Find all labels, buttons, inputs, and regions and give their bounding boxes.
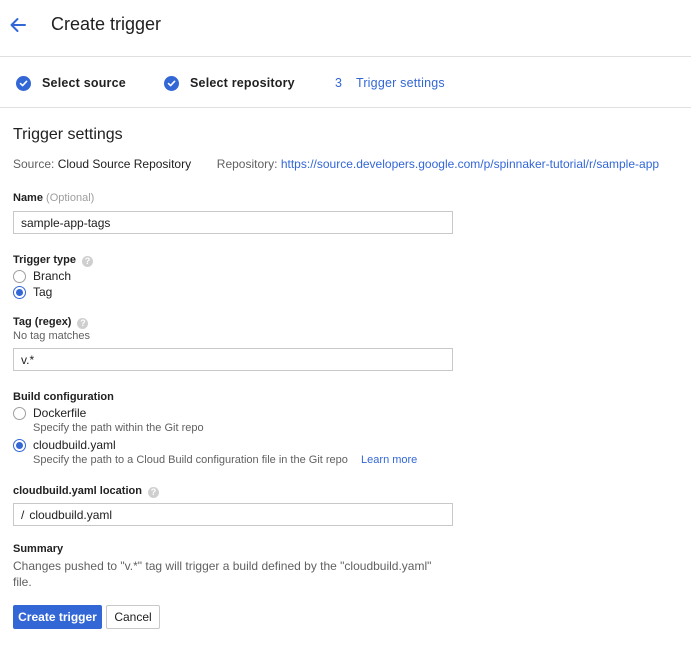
trigger-type-label: Trigger type? [13, 254, 93, 267]
tag-match-note: No tag matches [13, 330, 91, 342]
create-trigger-page: Create trigger Select source Select repo… [0, 0, 691, 648]
radio-description: Specify the path to a Cloud Build config… [33, 454, 418, 466]
location-input[interactable] [29, 507, 430, 522]
radio-label: Tag [33, 285, 53, 299]
radio-label: Dockerfile [33, 406, 87, 420]
cancel-button[interactable]: Cancel [106, 605, 160, 629]
radio-branch[interactable]: Branch [13, 269, 71, 283]
step-trigger-settings[interactable]: 3 Trigger settings [335, 75, 445, 91]
location-label: cloudbuild.yaml location? [13, 485, 159, 498]
radio-button[interactable] [13, 285, 26, 299]
step-select-repository[interactable]: Select repository [164, 75, 295, 91]
location-field[interactable]: / [13, 503, 453, 526]
repository-link[interactable]: https://source.developers.google.com/p/s… [281, 157, 659, 171]
check-circle-icon [16, 75, 31, 91]
page-title: Create trigger [51, 14, 162, 34]
page-header: Create trigger [0, 0, 691, 57]
radio-label: Branch [33, 269, 72, 283]
path-prefix: / [21, 507, 25, 522]
help-icon[interactable]: ? [77, 318, 89, 329]
arrow-left-icon [10, 18, 26, 32]
radio-button[interactable] [13, 406, 26, 420]
radio-button[interactable] [13, 438, 26, 452]
help-icon[interactable]: ? [81, 256, 93, 267]
repository-label: Repository: [216, 157, 278, 171]
learn-more-link[interactable]: Learn more [361, 454, 417, 466]
step-select-source[interactable]: Select source [16, 75, 126, 91]
tag-regex-label: Tag (regex)? [13, 316, 89, 329]
name-input[interactable] [13, 211, 453, 234]
source-value: Cloud Source Repository [57, 157, 192, 171]
radio-label: cloudbuild.yaml [33, 438, 116, 452]
section-title: Trigger settings [13, 126, 123, 143]
summary-text: Changes pushed to "v.*" tag will trigger… [13, 559, 432, 589]
create-trigger-button[interactable]: Create trigger [13, 605, 102, 629]
radio-cloudbuild-yaml[interactable]: cloudbuild.yaml [13, 438, 116, 452]
optional-hint: (Optional) [46, 192, 95, 204]
radio-tag[interactable]: Tag [13, 285, 52, 299]
step-label: Trigger settings [355, 76, 445, 90]
source-label: Source: [13, 157, 55, 171]
build-config-label: Build configuration [13, 391, 114, 403]
check-circle-icon [164, 75, 179, 91]
summary-label: Summary [13, 543, 64, 555]
step-label: Select source [42, 76, 126, 90]
radio-button[interactable] [13, 269, 26, 283]
source-info: Source: Cloud Source Repository Reposito… [13, 157, 659, 171]
step-number: 3 [335, 76, 342, 90]
step-label: Select repository [190, 76, 295, 90]
stepper: Select source Select repository 3 Trigge… [0, 57, 691, 108]
name-label: Name (Optional) [13, 192, 95, 204]
radio-dockerfile[interactable]: Dockerfile [13, 406, 86, 420]
back-button[interactable] [5, 12, 31, 38]
help-icon[interactable]: ? [147, 487, 159, 498]
radio-description: Specify the path within the Git repo [33, 422, 204, 434]
tag-regex-input[interactable] [13, 348, 453, 371]
